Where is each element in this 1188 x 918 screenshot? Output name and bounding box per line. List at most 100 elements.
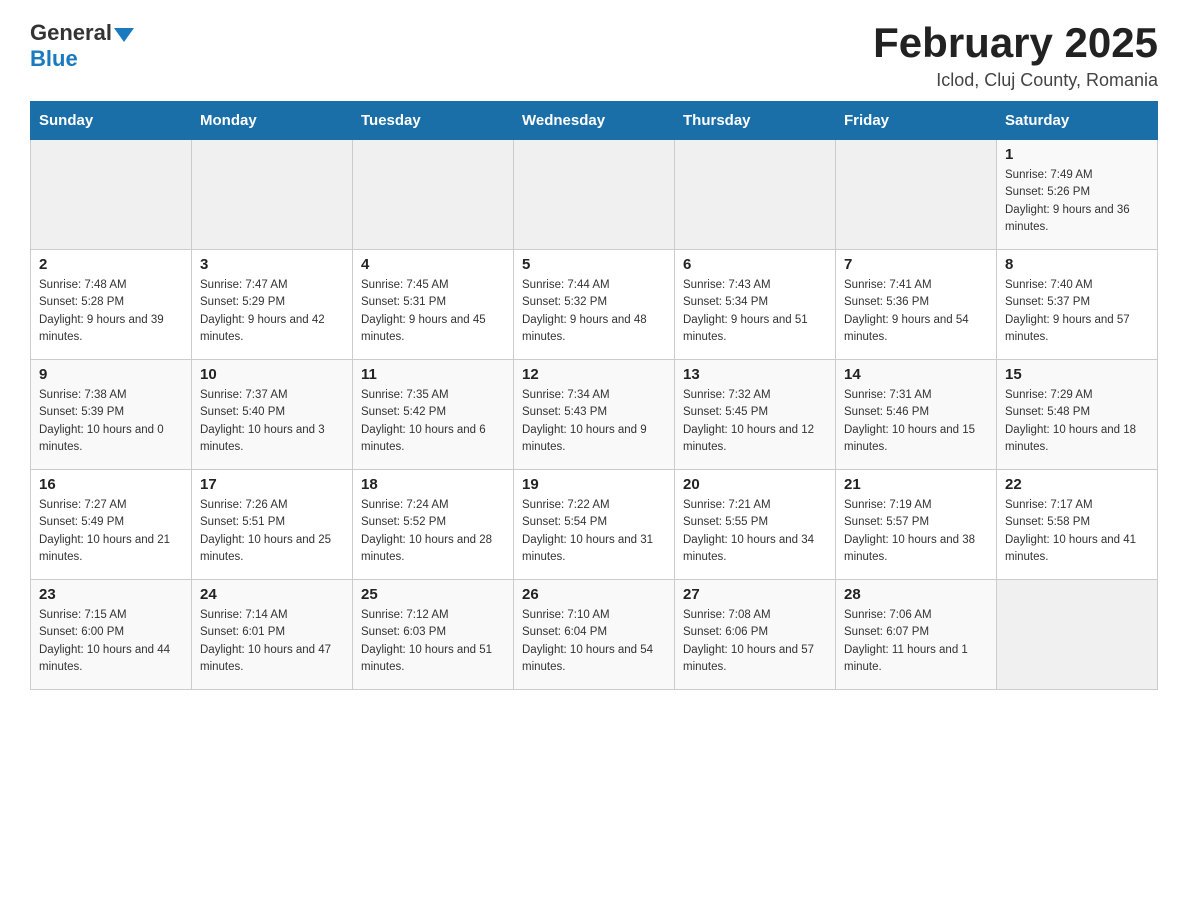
calendar-cell bbox=[353, 140, 514, 250]
day-info: Sunrise: 7:08 AM Sunset: 6:06 PM Dayligh… bbox=[683, 607, 827, 676]
month-title: February 2025 bbox=[873, 20, 1158, 66]
day-number: 27 bbox=[683, 586, 827, 603]
calendar-cell: 22 Sunrise: 7:17 AM Sunset: 5:58 PM Dayli… bbox=[997, 470, 1158, 580]
day-number: 26 bbox=[522, 586, 666, 603]
day-info: Sunrise: 7:38 AM Sunset: 5:39 PM Dayligh… bbox=[39, 387, 183, 456]
day-info: Sunrise: 7:35 AM Sunset: 5:42 PM Dayligh… bbox=[361, 387, 505, 456]
calendar-cell: 12 Sunrise: 7:34 AM Sunset: 5:43 PM Dayli… bbox=[514, 360, 675, 470]
day-info: Sunrise: 7:22 AM Sunset: 5:54 PM Dayligh… bbox=[522, 497, 666, 566]
calendar-cell: 10 Sunrise: 7:37 AM Sunset: 5:40 PM Dayli… bbox=[192, 360, 353, 470]
calendar-cell: 1Sunrise: 7:49 AM Sunset: 5:26 PM Daylig… bbox=[997, 140, 1158, 250]
calendar-cell: 11 Sunrise: 7:35 AM Sunset: 5:42 PM Dayli… bbox=[353, 360, 514, 470]
logo-general-text: General bbox=[30, 20, 112, 46]
calendar-cell bbox=[514, 140, 675, 250]
day-header-wednesday: Wednesday bbox=[514, 102, 675, 140]
day-number: 16 bbox=[39, 476, 183, 493]
logo: General Blue bbox=[30, 20, 134, 72]
day-info: Sunrise: 7:21 AM Sunset: 5:55 PM Dayligh… bbox=[683, 497, 827, 566]
calendar-cell: 18 Sunrise: 7:24 AM Sunset: 5:52 PM Dayli… bbox=[353, 470, 514, 580]
day-info: Sunrise: 7:32 AM Sunset: 5:45 PM Dayligh… bbox=[683, 387, 827, 456]
day-number: 2 bbox=[39, 256, 183, 273]
calendar-cell bbox=[192, 140, 353, 250]
day-info: Sunrise: 7:43 AM Sunset: 5:34 PM Dayligh… bbox=[683, 277, 827, 346]
calendar-cell bbox=[31, 140, 192, 250]
calendar-cell: 16 Sunrise: 7:27 AM Sunset: 5:49 PM Dayli… bbox=[31, 470, 192, 580]
day-info: Sunrise: 7:31 AM Sunset: 5:46 PM Dayligh… bbox=[844, 387, 988, 456]
day-info: Sunrise: 7:27 AM Sunset: 5:49 PM Dayligh… bbox=[39, 497, 183, 566]
calendar-week-row: 9 Sunrise: 7:38 AM Sunset: 5:39 PM Daylig… bbox=[31, 360, 1158, 470]
day-number: 23 bbox=[39, 586, 183, 603]
calendar-cell bbox=[675, 140, 836, 250]
day-info: Sunrise: 7:24 AM Sunset: 5:52 PM Dayligh… bbox=[361, 497, 505, 566]
calendar-cell: 5Sunrise: 7:44 AM Sunset: 5:32 PM Daylig… bbox=[514, 250, 675, 360]
day-number: 15 bbox=[1005, 366, 1149, 383]
calendar-cell: 8 Sunrise: 7:40 AM Sunset: 5:37 PM Daylig… bbox=[997, 250, 1158, 360]
calendar-cell: 20 Sunrise: 7:21 AM Sunset: 5:55 PM Dayli… bbox=[675, 470, 836, 580]
day-info: Sunrise: 7:29 AM Sunset: 5:48 PM Dayligh… bbox=[1005, 387, 1149, 456]
day-info: Sunrise: 7:34 AM Sunset: 5:43 PM Dayligh… bbox=[522, 387, 666, 456]
day-number: 25 bbox=[361, 586, 505, 603]
calendar-table: SundayMondayTuesdayWednesdayThursdayFrid… bbox=[30, 101, 1158, 690]
day-number: 7 bbox=[844, 256, 988, 273]
location-text: Iclod, Cluj County, Romania bbox=[873, 70, 1158, 91]
day-number: 12 bbox=[522, 366, 666, 383]
day-number: 18 bbox=[361, 476, 505, 493]
day-info: Sunrise: 7:49 AM Sunset: 5:26 PM Dayligh… bbox=[1005, 167, 1149, 236]
day-number: 14 bbox=[844, 366, 988, 383]
calendar-cell: 7Sunrise: 7:41 AM Sunset: 5:36 PM Daylig… bbox=[836, 250, 997, 360]
calendar-cell: 19 Sunrise: 7:22 AM Sunset: 5:54 PM Dayli… bbox=[514, 470, 675, 580]
day-number: 11 bbox=[361, 366, 505, 383]
day-info: Sunrise: 7:47 AM Sunset: 5:29 PM Dayligh… bbox=[200, 277, 344, 346]
day-header-tuesday: Tuesday bbox=[353, 102, 514, 140]
calendar-cell: 23 Sunrise: 7:15 AM Sunset: 6:00 PM Dayli… bbox=[31, 580, 192, 690]
day-number: 21 bbox=[844, 476, 988, 493]
title-section: February 2025 Iclod, Cluj County, Romani… bbox=[873, 20, 1158, 91]
calendar-cell: 14 Sunrise: 7:31 AM Sunset: 5:46 PM Dayli… bbox=[836, 360, 997, 470]
day-info: Sunrise: 7:10 AM Sunset: 6:04 PM Dayligh… bbox=[522, 607, 666, 676]
calendar-cell: 9 Sunrise: 7:38 AM Sunset: 5:39 PM Daylig… bbox=[31, 360, 192, 470]
calendar-cell: 24 Sunrise: 7:14 AM Sunset: 6:01 PM Dayli… bbox=[192, 580, 353, 690]
day-number: 3 bbox=[200, 256, 344, 273]
calendar-week-row: 23 Sunrise: 7:15 AM Sunset: 6:00 PM Dayli… bbox=[31, 580, 1158, 690]
day-info: Sunrise: 7:19 AM Sunset: 5:57 PM Dayligh… bbox=[844, 497, 988, 566]
day-number: 22 bbox=[1005, 476, 1149, 493]
day-header-monday: Monday bbox=[192, 102, 353, 140]
logo-text: General bbox=[30, 20, 134, 46]
calendar-week-row: 1Sunrise: 7:49 AM Sunset: 5:26 PM Daylig… bbox=[31, 140, 1158, 250]
calendar-cell: 13 Sunrise: 7:32 AM Sunset: 5:45 PM Dayli… bbox=[675, 360, 836, 470]
day-number: 24 bbox=[200, 586, 344, 603]
day-number: 13 bbox=[683, 366, 827, 383]
day-info: Sunrise: 7:17 AM Sunset: 5:58 PM Dayligh… bbox=[1005, 497, 1149, 566]
day-number: 28 bbox=[844, 586, 988, 603]
calendar-cell: 2 Sunrise: 7:48 AM Sunset: 5:28 PM Daylig… bbox=[31, 250, 192, 360]
calendar-cell: 17Sunrise: 7:26 AM Sunset: 5:51 PM Dayli… bbox=[192, 470, 353, 580]
day-info: Sunrise: 7:15 AM Sunset: 6:00 PM Dayligh… bbox=[39, 607, 183, 676]
day-header-saturday: Saturday bbox=[997, 102, 1158, 140]
day-info: Sunrise: 7:48 AM Sunset: 5:28 PM Dayligh… bbox=[39, 277, 183, 346]
day-number: 10 bbox=[200, 366, 344, 383]
day-info: Sunrise: 7:40 AM Sunset: 5:37 PM Dayligh… bbox=[1005, 277, 1149, 346]
day-header-sunday: Sunday bbox=[31, 102, 192, 140]
day-number: 5 bbox=[522, 256, 666, 273]
day-info: Sunrise: 7:14 AM Sunset: 6:01 PM Dayligh… bbox=[200, 607, 344, 676]
calendar-cell: 3 Sunrise: 7:47 AM Sunset: 5:29 PM Daylig… bbox=[192, 250, 353, 360]
day-number: 6 bbox=[683, 256, 827, 273]
day-info: Sunrise: 7:37 AM Sunset: 5:40 PM Dayligh… bbox=[200, 387, 344, 456]
day-number: 19 bbox=[522, 476, 666, 493]
calendar-cell bbox=[997, 580, 1158, 690]
day-info: Sunrise: 7:06 AM Sunset: 6:07 PM Dayligh… bbox=[844, 607, 988, 676]
calendar-cell: 6 Sunrise: 7:43 AM Sunset: 5:34 PM Daylig… bbox=[675, 250, 836, 360]
day-info: Sunrise: 7:45 AM Sunset: 5:31 PM Dayligh… bbox=[361, 277, 505, 346]
calendar-cell: 25Sunrise: 7:12 AM Sunset: 6:03 PM Dayli… bbox=[353, 580, 514, 690]
day-number: 17 bbox=[200, 476, 344, 493]
day-number: 4 bbox=[361, 256, 505, 273]
day-header-thursday: Thursday bbox=[675, 102, 836, 140]
calendar-cell: 28 Sunrise: 7:06 AM Sunset: 6:07 PM Dayli… bbox=[836, 580, 997, 690]
day-number: 9 bbox=[39, 366, 183, 383]
day-number: 8 bbox=[1005, 256, 1149, 273]
calendar-week-row: 16 Sunrise: 7:27 AM Sunset: 5:49 PM Dayli… bbox=[31, 470, 1158, 580]
calendar-cell bbox=[836, 140, 997, 250]
day-number: 20 bbox=[683, 476, 827, 493]
calendar-cell: 4 Sunrise: 7:45 AM Sunset: 5:31 PM Daylig… bbox=[353, 250, 514, 360]
calendar-cell: 15 Sunrise: 7:29 AM Sunset: 5:48 PM Dayli… bbox=[997, 360, 1158, 470]
